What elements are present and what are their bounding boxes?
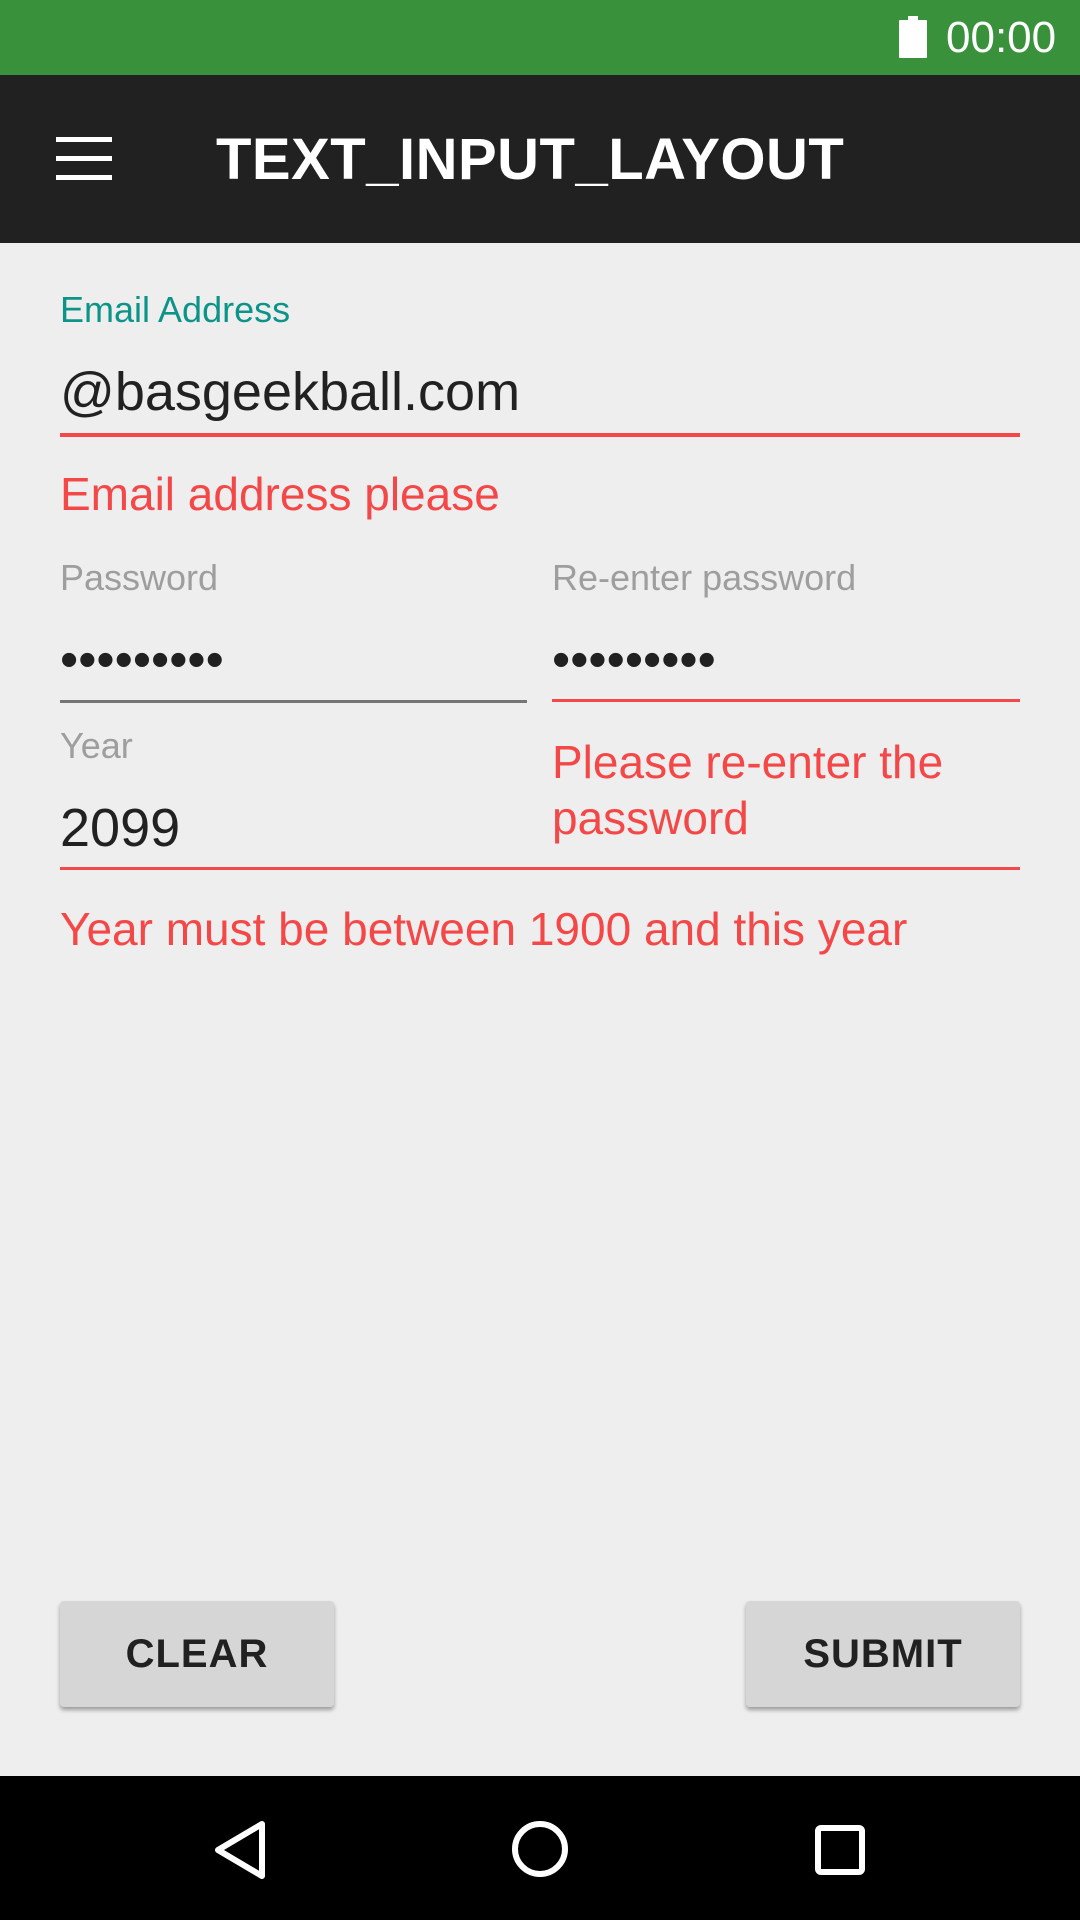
email-error: Email address please xyxy=(60,468,500,520)
password-field[interactable]: ••••••••• xyxy=(60,634,224,686)
back-triangle-icon[interactable] xyxy=(212,1820,268,1880)
reenter-password-error: Please re-enter the password xyxy=(552,736,944,844)
toolbar-title: TEXT_INPUT_LAYOUT xyxy=(216,127,845,192)
reenter-password-label: Re-enter password xyxy=(552,557,857,598)
hamburger-menu-icon[interactable] xyxy=(56,137,112,181)
status-time: 00:00 xyxy=(946,13,1057,62)
email-field[interactable]: @basgeekball.com xyxy=(60,362,520,422)
year-label: Year xyxy=(60,725,133,766)
system-nav-bar xyxy=(0,1776,1080,1920)
home-circle-icon[interactable] xyxy=(511,1820,569,1878)
password-underline xyxy=(60,700,527,703)
year-error: Year must be between 1900 and this year xyxy=(60,903,908,955)
email-label: Email Address xyxy=(60,289,291,330)
year-field[interactable]: 2099 xyxy=(60,798,180,858)
submit-button[interactable]: SUBMIT xyxy=(746,1601,1020,1707)
recents-square-icon[interactable] xyxy=(814,1824,866,1876)
password-label: Password xyxy=(60,557,219,598)
email-underline xyxy=(60,433,1020,437)
clear-button[interactable]: CLEAR xyxy=(60,1601,334,1707)
reenter-password-field[interactable]: ••••••••• xyxy=(552,634,716,686)
battery-full-icon xyxy=(899,16,927,58)
app-toolbar: TEXT_INPUT_LAYOUT xyxy=(0,75,1080,243)
year-underline xyxy=(60,867,1020,870)
status-bar: 00:00 xyxy=(0,0,1080,75)
reenter-password-underline xyxy=(552,699,1020,702)
